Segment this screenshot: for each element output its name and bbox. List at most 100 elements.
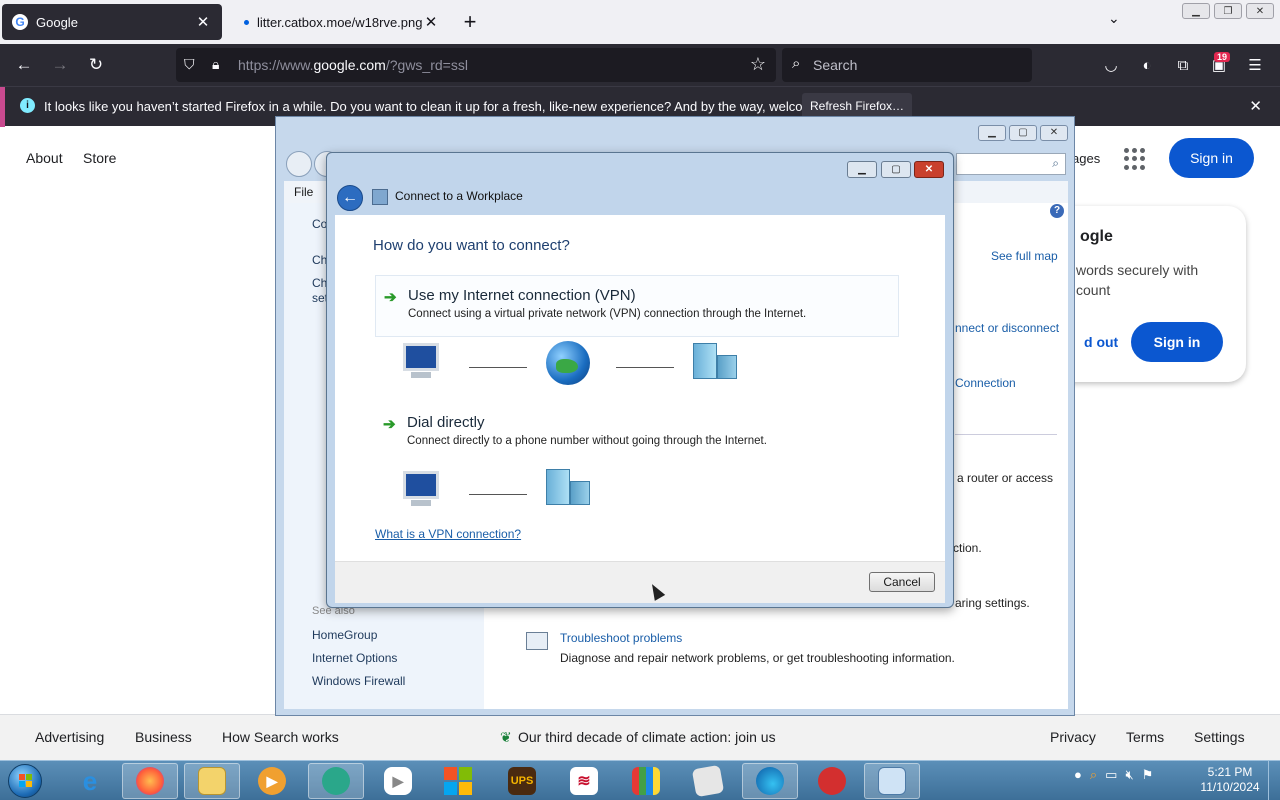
computer-icon bbox=[399, 341, 443, 381]
internet-globe-icon bbox=[546, 341, 590, 385]
internet-explorer-icon[interactable]: e bbox=[62, 763, 118, 799]
close-tab-icon[interactable]: ✕ bbox=[422, 13, 440, 31]
app-icon[interactable] bbox=[308, 763, 364, 799]
tab-attention-dot-icon bbox=[244, 19, 249, 25]
how-search-works-link[interactable]: How Search works bbox=[222, 729, 339, 745]
dialog-title: Connect to a Workplace bbox=[395, 189, 523, 203]
dial-directly-option[interactable]: ➔ Dial directly Connect directly to a ph… bbox=[375, 403, 899, 465]
promo-sign-in-button[interactable]: Sign in bbox=[1131, 322, 1223, 362]
media-player-icon[interactable]: ▶ bbox=[244, 763, 300, 799]
restore-window-icon[interactable]: ❐ bbox=[1214, 3, 1242, 19]
close-window-icon[interactable]: ✕ bbox=[1246, 3, 1274, 19]
url-text[interactable]: https://www.google.com/?gws_rd=ssl bbox=[238, 57, 468, 73]
control-panel-search-input[interactable]: ⌕ bbox=[956, 153, 1066, 175]
blank-app-icon[interactable] bbox=[680, 763, 736, 799]
google-apps-icon[interactable] bbox=[1124, 148, 1146, 170]
firefox-icon[interactable] bbox=[122, 763, 178, 799]
shopping-bag-icon[interactable] bbox=[618, 763, 674, 799]
help-icon[interactable]: ? bbox=[1050, 204, 1064, 218]
action-center-flag-icon[interactable]: ⚑ bbox=[1142, 767, 1154, 783]
task-description-partial: ction. bbox=[953, 541, 982, 555]
bookmark-star-icon[interactable]: ☆ bbox=[750, 54, 766, 75]
homegroup-link[interactable]: HomeGroup bbox=[312, 628, 377, 642]
dialog-question: How do you want to connect? bbox=[373, 237, 570, 254]
computer-icon bbox=[399, 469, 443, 509]
taskbar-clock[interactable]: 5:21 PM 11/10/2024 bbox=[1196, 765, 1264, 795]
vpn-option[interactable]: ➔ Use my Internet connection (VPN) Conne… bbox=[375, 275, 899, 337]
tray-app-icon[interactable]: ● bbox=[1074, 767, 1082, 783]
tab-google[interactable]: G Google ✕ bbox=[2, 4, 222, 40]
sign-in-button[interactable]: Sign in bbox=[1169, 138, 1254, 178]
microsoft-store-icon[interactable] bbox=[430, 763, 486, 799]
lock-icon[interactable]: 🔒︎ bbox=[212, 56, 219, 73]
volume-muted-icon[interactable]: 🔇︎ bbox=[1125, 767, 1133, 783]
notification-message: It looks like you haven’t started Firefo… bbox=[44, 99, 856, 114]
privacy-link[interactable]: Privacy bbox=[1050, 729, 1096, 745]
extensions-puzzle-icon[interactable]: ⧉ bbox=[1172, 54, 1194, 76]
google-footer: Advertising Business How Search works ❦ … bbox=[0, 714, 1280, 760]
tab-title: Google bbox=[36, 14, 78, 30]
close-tab-icon[interactable]: ✕ bbox=[194, 13, 212, 31]
file-explorer-icon[interactable] bbox=[184, 763, 240, 799]
tracking-protection-shield-icon[interactable]: ⛉ bbox=[184, 56, 195, 73]
dial-option-heading: Dial directly bbox=[407, 414, 485, 431]
close-icon[interactable]: ✕ bbox=[1040, 125, 1068, 141]
windows-firewall-link[interactable]: Windows Firewall bbox=[312, 674, 405, 688]
url-bar[interactable]: ⛉ 🔒︎ https://www.google.com/?gws_rd=ssl … bbox=[176, 48, 776, 82]
file-menu[interactable]: File bbox=[294, 185, 313, 199]
back-button[interactable] bbox=[286, 151, 312, 177]
windows-taskbar: e ▶ ▶ UPS ≋ ● ⌕ ▭ 🔇︎ ⚑ 5:21 PM 11/10/202… bbox=[0, 760, 1280, 800]
show-desktop-button[interactable] bbox=[1268, 761, 1280, 800]
start-button[interactable] bbox=[8, 764, 42, 798]
tray-device-icon[interactable]: ▭ bbox=[1105, 767, 1117, 783]
advertising-link[interactable]: Advertising bbox=[35, 729, 104, 745]
close-icon[interactable]: ✕ bbox=[914, 161, 944, 178]
minimize-icon[interactable]: ▁ bbox=[978, 125, 1006, 141]
account-icon[interactable]: ◐ bbox=[1136, 54, 1158, 76]
connection-link[interactable]: Connection bbox=[955, 376, 1016, 390]
cancel-button[interactable]: Cancel bbox=[869, 572, 935, 592]
list-all-tabs-chevron-icon[interactable]: ⌄ bbox=[1108, 10, 1120, 27]
ups-icon[interactable]: UPS bbox=[494, 763, 550, 799]
minimize-icon[interactable]: ▁ bbox=[847, 161, 877, 178]
angry-birds-icon[interactable] bbox=[804, 763, 860, 799]
troubleshoot-icon bbox=[526, 632, 548, 650]
pocket-icon[interactable]: ◡ bbox=[1100, 54, 1122, 76]
control-panel-icon[interactable] bbox=[864, 763, 920, 799]
maximize-icon[interactable]: ▢ bbox=[1009, 125, 1037, 141]
vpn-option-description: Connect using a virtual private network … bbox=[408, 308, 807, 320]
business-link[interactable]: Business bbox=[135, 729, 192, 745]
troubleshoot-problems-link[interactable]: Troubleshoot problems bbox=[560, 631, 682, 645]
connection-line bbox=[469, 367, 527, 368]
back-arrow-icon[interactable]: ← bbox=[337, 185, 363, 211]
bank-of-america-icon[interactable]: ≋ bbox=[556, 763, 612, 799]
tray-search-icon[interactable]: ⌕ bbox=[1090, 767, 1097, 783]
tab-catbox[interactable]: litter.catbox.moe/w18rve.png ✕ bbox=[230, 4, 450, 40]
menu-hamburger-icon[interactable]: ☰ bbox=[1244, 54, 1266, 76]
store-link[interactable]: Store bbox=[83, 150, 116, 166]
climate-action-link[interactable]: Our third decade of climate action: join… bbox=[518, 729, 776, 745]
stay-signed-out-link[interactable]: d out bbox=[1084, 334, 1118, 350]
about-link[interactable]: About bbox=[26, 150, 63, 166]
reload-icon[interactable]: ↻ bbox=[82, 52, 110, 78]
forward-arrow-icon[interactable]: → bbox=[46, 52, 74, 78]
maximize-icon[interactable]: ▢ bbox=[881, 161, 911, 178]
terms-link[interactable]: Terms bbox=[1126, 729, 1164, 745]
clock-date: 11/10/2024 bbox=[1200, 780, 1260, 794]
images-link[interactable]: ages bbox=[1072, 151, 1100, 166]
search-input[interactable]: ⌕ Search bbox=[782, 48, 1032, 82]
settings-link[interactable]: Settings bbox=[1194, 729, 1245, 745]
minimize-window-icon[interactable]: ▁ bbox=[1182, 3, 1210, 19]
internet-options-link[interactable]: Internet Options bbox=[312, 651, 397, 665]
connect-disconnect-link[interactable]: nnect or disconnect bbox=[955, 321, 1059, 335]
notification-accent bbox=[0, 87, 5, 127]
task-description-partial: aring settings. bbox=[955, 596, 1030, 610]
connect-to-workplace-dialog: ▁ ▢ ✕ ← Connect to a Workplace How do yo… bbox=[326, 152, 954, 608]
see-full-map-link[interactable]: See full map bbox=[991, 249, 1058, 263]
new-tab-icon[interactable]: + bbox=[458, 10, 482, 34]
back-arrow-icon[interactable]: ← bbox=[10, 52, 38, 78]
edge-icon[interactable] bbox=[742, 763, 798, 799]
youtube-icon[interactable]: ▶ bbox=[370, 763, 426, 799]
close-notification-icon[interactable]: ✕ bbox=[1249, 97, 1262, 115]
what-is-vpn-link[interactable]: What is a VPN connection? bbox=[375, 527, 521, 541]
